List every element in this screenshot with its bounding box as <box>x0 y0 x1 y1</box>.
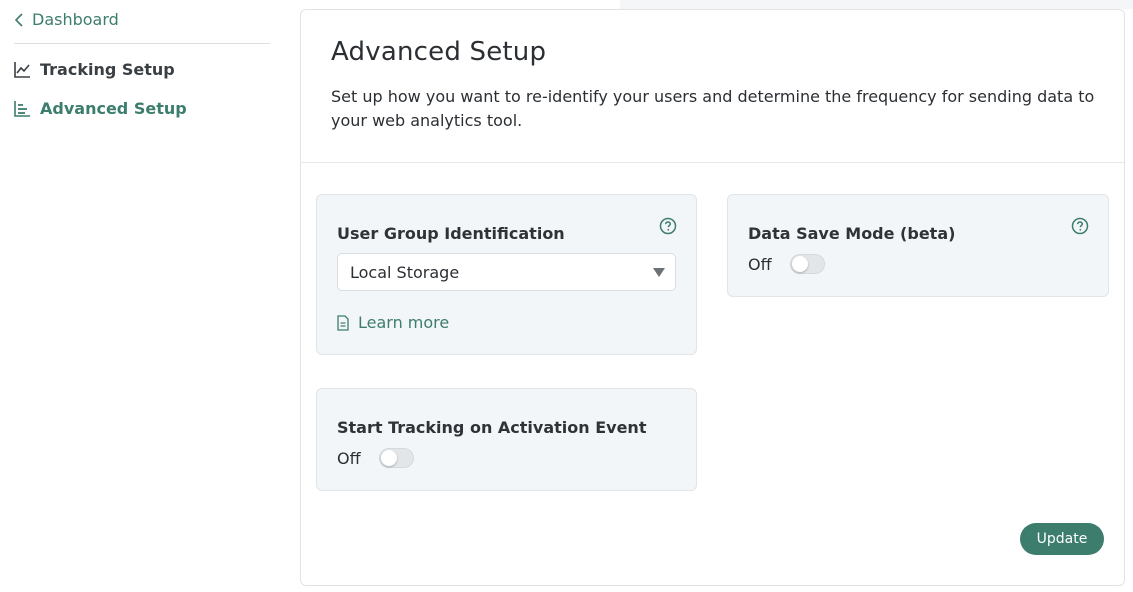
user-group-card: User Group Identification Local Storage … <box>316 194 697 355</box>
data-save-toggle-row: Off <box>748 254 825 274</box>
document-icon <box>337 314 349 331</box>
data-save-toggle[interactable] <box>789 254 825 274</box>
data-save-toggle-label: Off <box>748 254 772 274</box>
user-group-select[interactable]: Local Storage <box>337 253 676 291</box>
back-link-label: Dashboard <box>32 10 119 29</box>
page-title: Advanced Setup <box>331 37 547 67</box>
line-chart-icon <box>14 62 30 78</box>
caret-down-icon <box>653 268 665 277</box>
toggle-knob <box>791 256 808 272</box>
activation-title: Start Tracking on Activation Event <box>337 418 647 437</box>
activation-toggle[interactable] <box>378 448 414 468</box>
toggle-knob <box>380 450 397 466</box>
activation-card: Start Tracking on Activation Event Off <box>316 388 697 491</box>
chevron-left-icon <box>14 12 23 27</box>
sidebar-item-advanced-setup[interactable]: Advanced Setup <box>14 99 187 118</box>
user-group-select-value: Local Storage <box>350 262 460 282</box>
page-description: Set up how you want to re-identify your … <box>331 87 1095 130</box>
data-save-card: Data Save Mode (beta) Off <box>727 194 1109 297</box>
data-save-title: Data Save Mode (beta) <box>748 224 956 243</box>
update-button[interactable]: Update <box>1020 523 1104 555</box>
learn-more-label: Learn more <box>358 313 450 332</box>
main-panel: Advanced Setup Set up how you want to re… <box>300 9 1125 586</box>
sidebar: Dashboard Tracking Setup Advanced Setup <box>0 0 284 592</box>
top-strip <box>620 0 1133 9</box>
sidebar-item-tracking-setup[interactable]: Tracking Setup <box>14 60 175 79</box>
activation-toggle-label: Off <box>337 448 361 468</box>
help-icon[interactable] <box>659 217 677 235</box>
user-group-title: User Group Identification <box>337 224 565 243</box>
back-to-dashboard-link[interactable]: Dashboard <box>14 10 119 29</box>
sidebar-divider <box>14 43 270 44</box>
panel-header: Advanced Setup Set up how you want to re… <box>301 10 1124 163</box>
learn-more-link[interactable]: Learn more <box>337 313 449 332</box>
sidebar-item-label: Tracking Setup <box>40 60 175 79</box>
activation-toggle-row: Off <box>337 448 414 468</box>
bar-chart-icon <box>14 101 30 117</box>
help-icon[interactable] <box>1071 217 1089 235</box>
sidebar-item-label: Advanced Setup <box>40 99 187 118</box>
